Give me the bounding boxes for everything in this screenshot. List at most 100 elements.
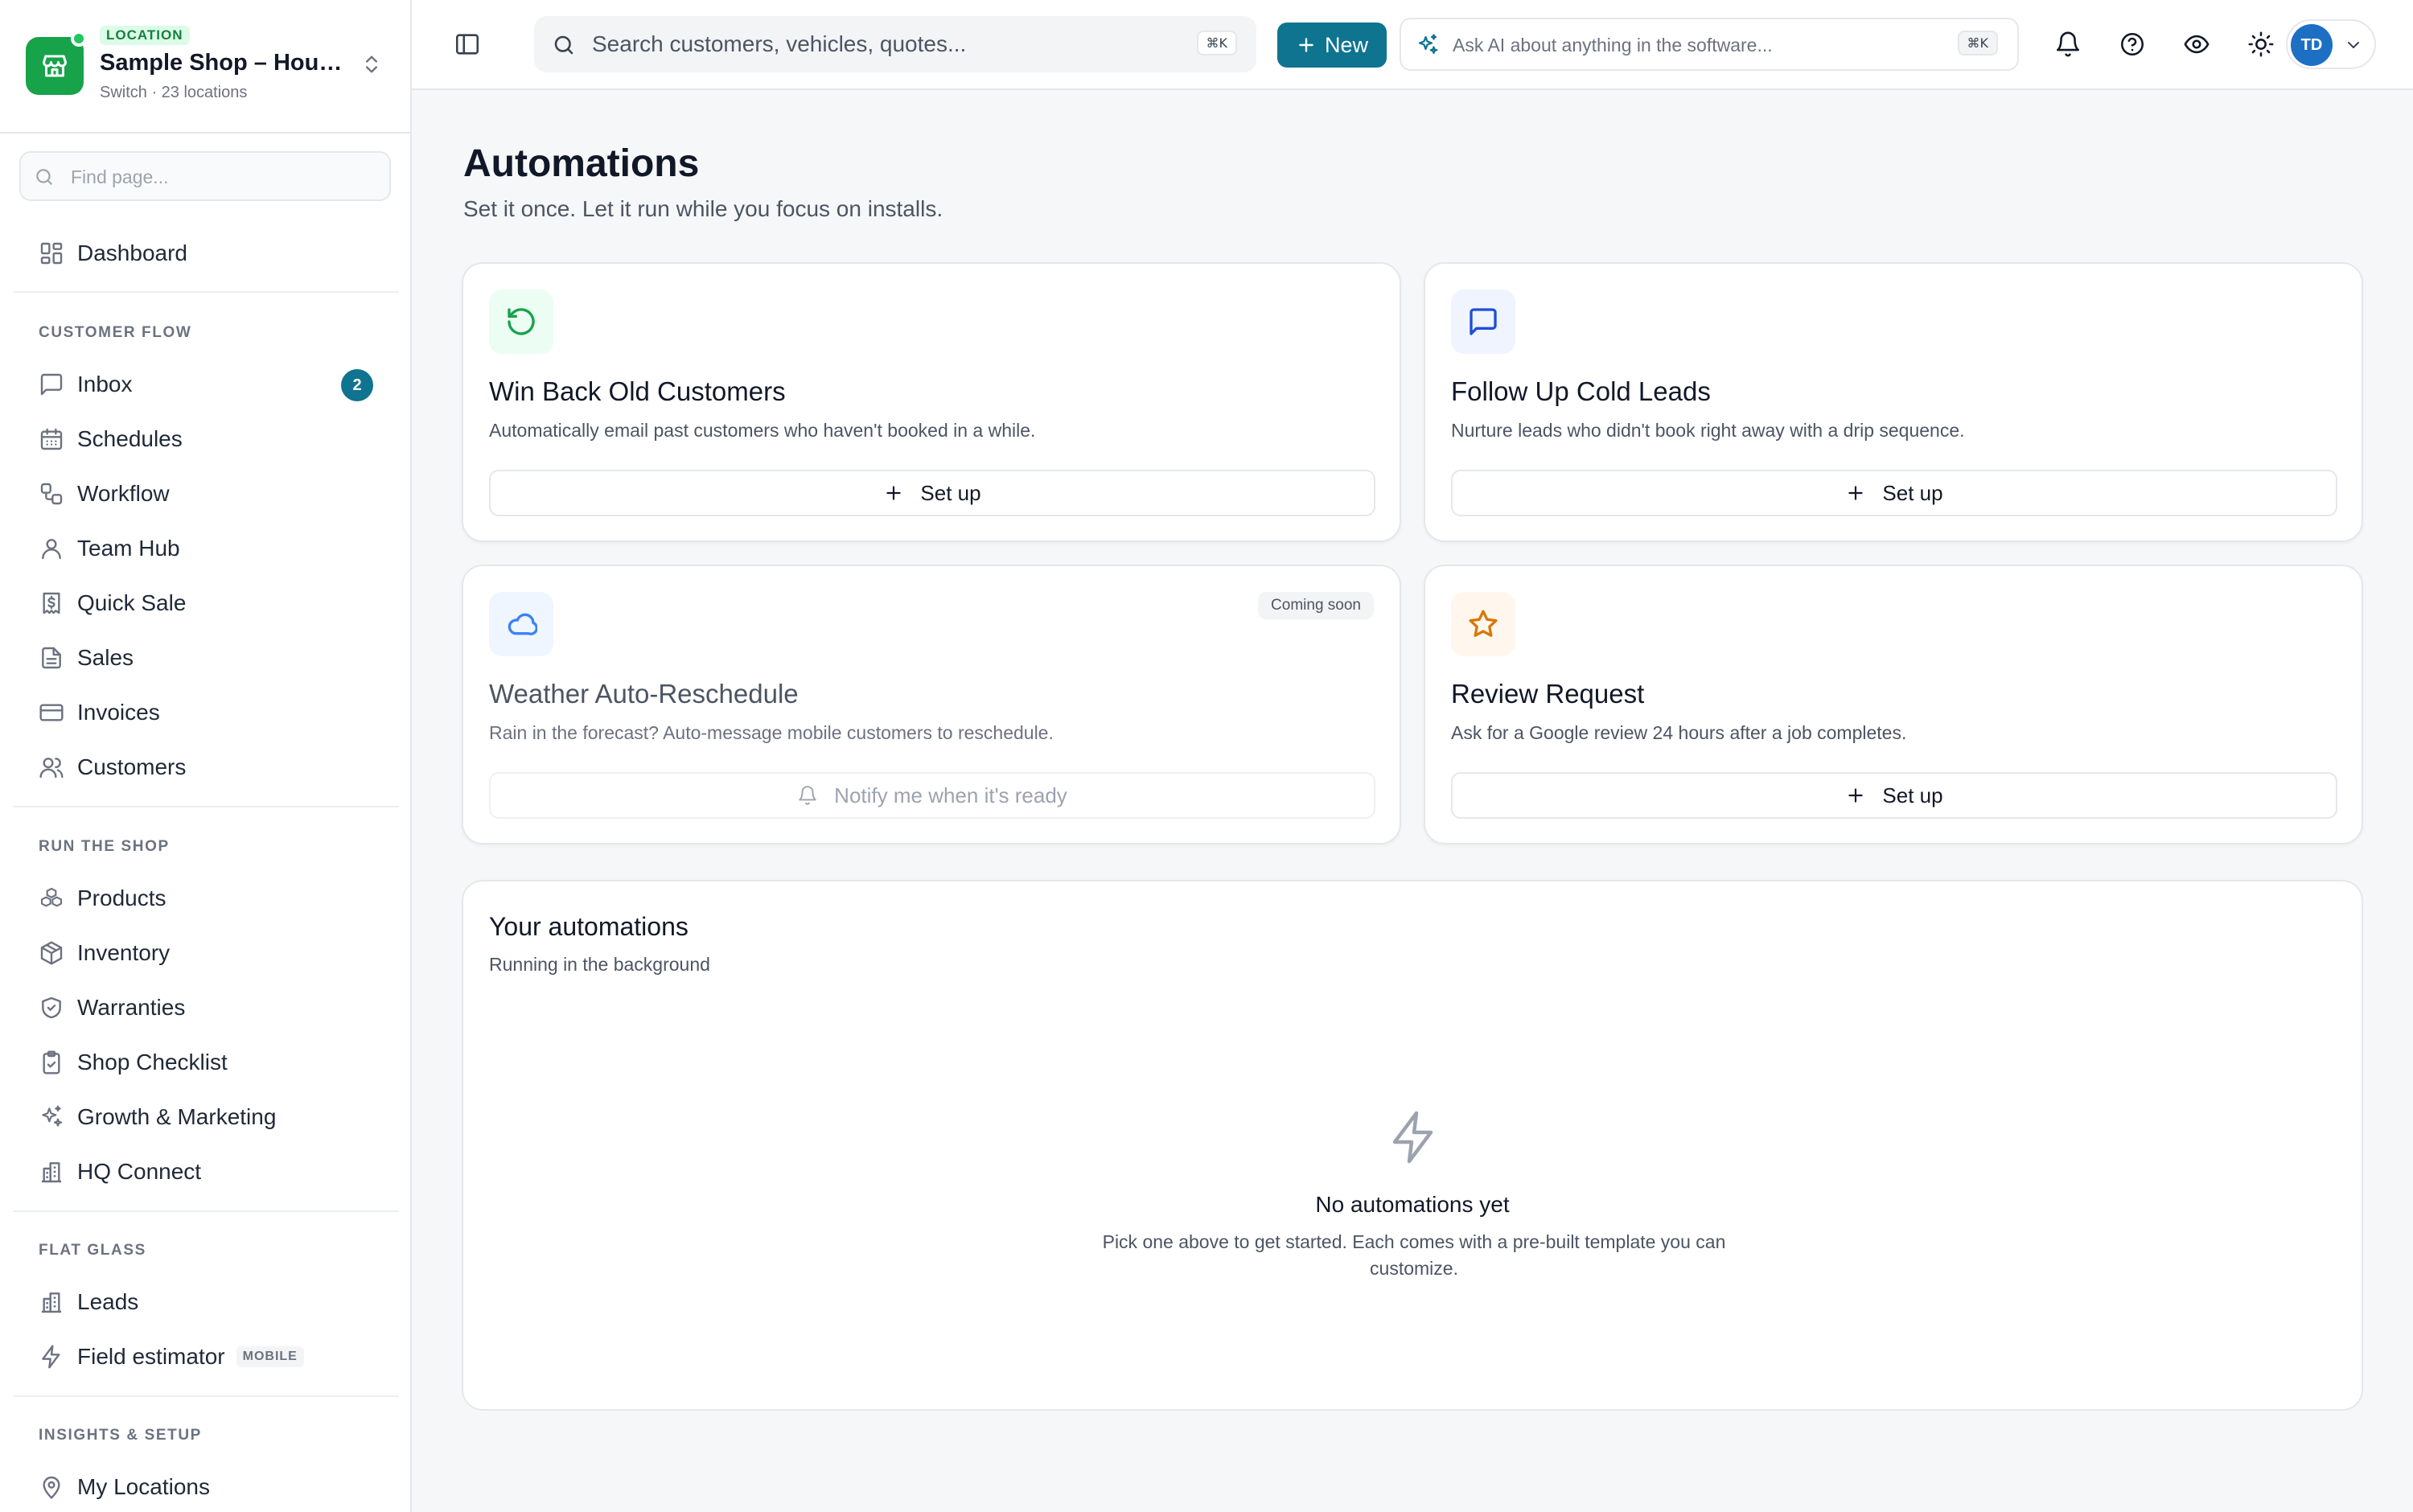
sidebar-item-customers[interactable]: Customers bbox=[13, 742, 399, 792]
rotate-ccw-icon bbox=[505, 306, 537, 338]
clipboard-check-icon bbox=[39, 1050, 64, 1075]
location-name: Sample Shop – Houst... bbox=[100, 50, 349, 76]
inbox-icon bbox=[39, 372, 64, 397]
boxes-icon bbox=[39, 885, 64, 911]
setup-button[interactable]: Set up bbox=[1451, 470, 2337, 516]
location-switcher[interactable]: LOCATION Sample Shop – Houst... Switch ·… bbox=[0, 0, 410, 134]
sidebar-item-team-hub[interactable]: Team Hub bbox=[13, 524, 399, 573]
page-subtitle: Set it once. Let it run while you focus … bbox=[463, 196, 943, 221]
sidebar-item-label: Inbox bbox=[77, 372, 133, 396]
find-page-input[interactable] bbox=[71, 161, 376, 193]
sidebar-item-field-estimator[interactable]: Field estimator MOBILE bbox=[13, 1332, 399, 1382]
sidebar-toggle-icon[interactable] bbox=[454, 31, 481, 58]
sidebar-item-growth-marketing[interactable]: Growth & Marketing bbox=[13, 1092, 399, 1142]
sidebar-item-leads[interactable]: Leads bbox=[13, 1277, 399, 1327]
building-icon bbox=[39, 1289, 64, 1315]
cloud-icon bbox=[505, 608, 537, 640]
sidebar-item-shop-checklist[interactable]: Shop Checklist bbox=[13, 1037, 399, 1087]
top-bar: ⌘K New ⌘K TD bbox=[412, 0, 2413, 90]
sidebar-item-label: Sales bbox=[77, 645, 134, 670]
sidebar-item-label: Shop Checklist bbox=[77, 1050, 228, 1074]
zap-icon bbox=[1385, 1108, 1443, 1166]
sidebar-item-hq-connect[interactable]: HQ Connect bbox=[13, 1147, 399, 1197]
credit-card-icon bbox=[39, 700, 64, 725]
calendar-icon bbox=[39, 426, 64, 452]
empty-state-title: No automations yet bbox=[1315, 1192, 1510, 1217]
zap-icon bbox=[39, 1344, 64, 1370]
sidebar-item-sales[interactable]: Sales bbox=[13, 633, 399, 683]
sidebar-item-label: Warranties bbox=[77, 995, 186, 1020]
plus-icon bbox=[1845, 483, 1866, 503]
sidebar-item-inventory[interactable]: Inventory bbox=[13, 928, 399, 978]
plus-icon bbox=[1296, 35, 1317, 55]
panel-subtitle: Running in the background bbox=[489, 954, 710, 975]
sidebar-item-label: My Locations bbox=[77, 1474, 210, 1499]
sidebar-item-label: Products bbox=[77, 885, 166, 910]
card-description: Rain in the forecast? Auto-message mobil… bbox=[489, 722, 1054, 743]
card-description: Automatically email past customers who h… bbox=[489, 420, 1036, 441]
sidebar-item-label: Dashboard bbox=[77, 240, 187, 265]
section-title-flat-glass: FLAT GLASS bbox=[39, 1242, 146, 1259]
empty-state-description: Pick one above to get started. Each come… bbox=[1102, 1231, 1726, 1279]
sidebar-item-workflow[interactable]: Workflow bbox=[13, 469, 399, 519]
sidebar-item-invoices[interactable]: Invoices bbox=[13, 688, 399, 738]
card-icon-container bbox=[1451, 592, 1515, 656]
location-label: LOCATION bbox=[100, 26, 190, 45]
workflow-icon bbox=[39, 481, 64, 507]
card-title: Follow Up Cold Leads bbox=[1451, 376, 1711, 406]
user-menu[interactable]: TD bbox=[2286, 19, 2376, 69]
coming-soon-badge: Coming soon bbox=[1258, 592, 1374, 619]
message-square-icon bbox=[1467, 306, 1499, 338]
setup-button-label: Set up bbox=[920, 480, 981, 505]
ai-assistant-input[interactable] bbox=[1453, 29, 1935, 61]
map-pin-icon bbox=[39, 1474, 64, 1500]
sidebar-item-label: Leads bbox=[77, 1289, 139, 1314]
automation-card-follow-up: Follow Up Cold Leads Nurture leads who d… bbox=[1424, 262, 2363, 542]
card-description: Ask for a Google review 24 hours after a… bbox=[1451, 722, 1907, 743]
automation-card-weather: Coming soon Weather Auto-Reschedule Rain… bbox=[462, 565, 1401, 844]
search-icon bbox=[34, 166, 55, 187]
nav-divider bbox=[13, 1395, 399, 1397]
sidebar-item-products[interactable]: Products bbox=[13, 873, 399, 923]
sidebar-item-quick-sale[interactable]: Quick Sale bbox=[13, 578, 399, 628]
sidebar-item-warranties[interactable]: Warranties bbox=[13, 983, 399, 1033]
sidebar-item-label: Schedules bbox=[77, 426, 183, 451]
sidebar-item-label: Customers bbox=[77, 754, 187, 779]
online-status-dot bbox=[71, 31, 87, 47]
global-search: ⌘K bbox=[534, 16, 1256, 72]
bell-icon[interactable] bbox=[2054, 31, 2082, 58]
users-icon bbox=[39, 754, 64, 780]
store-icon bbox=[40, 51, 69, 80]
notify-button-label: Notify me when it's ready bbox=[834, 783, 1067, 807]
setup-button-label: Set up bbox=[1882, 783, 1943, 807]
setup-button[interactable]: Set up bbox=[489, 470, 1375, 516]
sun-icon[interactable] bbox=[2247, 31, 2275, 58]
chevron-down-icon bbox=[2344, 35, 2363, 55]
package-icon bbox=[39, 940, 64, 966]
eye-icon[interactable] bbox=[2183, 31, 2210, 58]
star-icon bbox=[1467, 608, 1499, 640]
ai-assistant-box: ⌘K bbox=[1400, 18, 2019, 71]
chevrons-up-down-icon bbox=[360, 53, 383, 76]
notify-me-button[interactable]: Notify me when it's ready bbox=[489, 772, 1375, 819]
sidebar-item-label: HQ Connect bbox=[77, 1159, 202, 1184]
help-circle-icon[interactable] bbox=[2119, 31, 2146, 58]
sparkles-icon bbox=[1416, 33, 1440, 57]
global-search-input[interactable] bbox=[592, 27, 1155, 61]
sidebar-item-label: Quick Sale bbox=[77, 590, 187, 615]
plus-icon bbox=[1845, 785, 1866, 806]
user-icon bbox=[39, 536, 64, 561]
setup-button[interactable]: Set up bbox=[1451, 772, 2337, 819]
sidebar-item-inbox[interactable]: Inbox 2 bbox=[13, 360, 399, 409]
document-icon bbox=[39, 645, 64, 671]
sidebar-item-schedules[interactable]: Schedules bbox=[13, 414, 399, 464]
search-icon bbox=[552, 33, 576, 57]
sidebar-item-my-locations[interactable]: My Locations bbox=[13, 1462, 399, 1512]
card-title: Weather Auto-Reschedule bbox=[489, 679, 799, 709]
automation-card-review-request: Review Request Ask for a Google review 2… bbox=[1424, 565, 2363, 844]
sidebar-item-dashboard[interactable]: Dashboard bbox=[13, 228, 399, 278]
sidebar: LOCATION Sample Shop – Houst... Switch ·… bbox=[0, 0, 412, 1512]
card-icon-container bbox=[1451, 290, 1515, 354]
new-button[interactable]: New bbox=[1277, 23, 1387, 68]
search-shortcut-hint: ⌘K bbox=[1196, 31, 1237, 55]
